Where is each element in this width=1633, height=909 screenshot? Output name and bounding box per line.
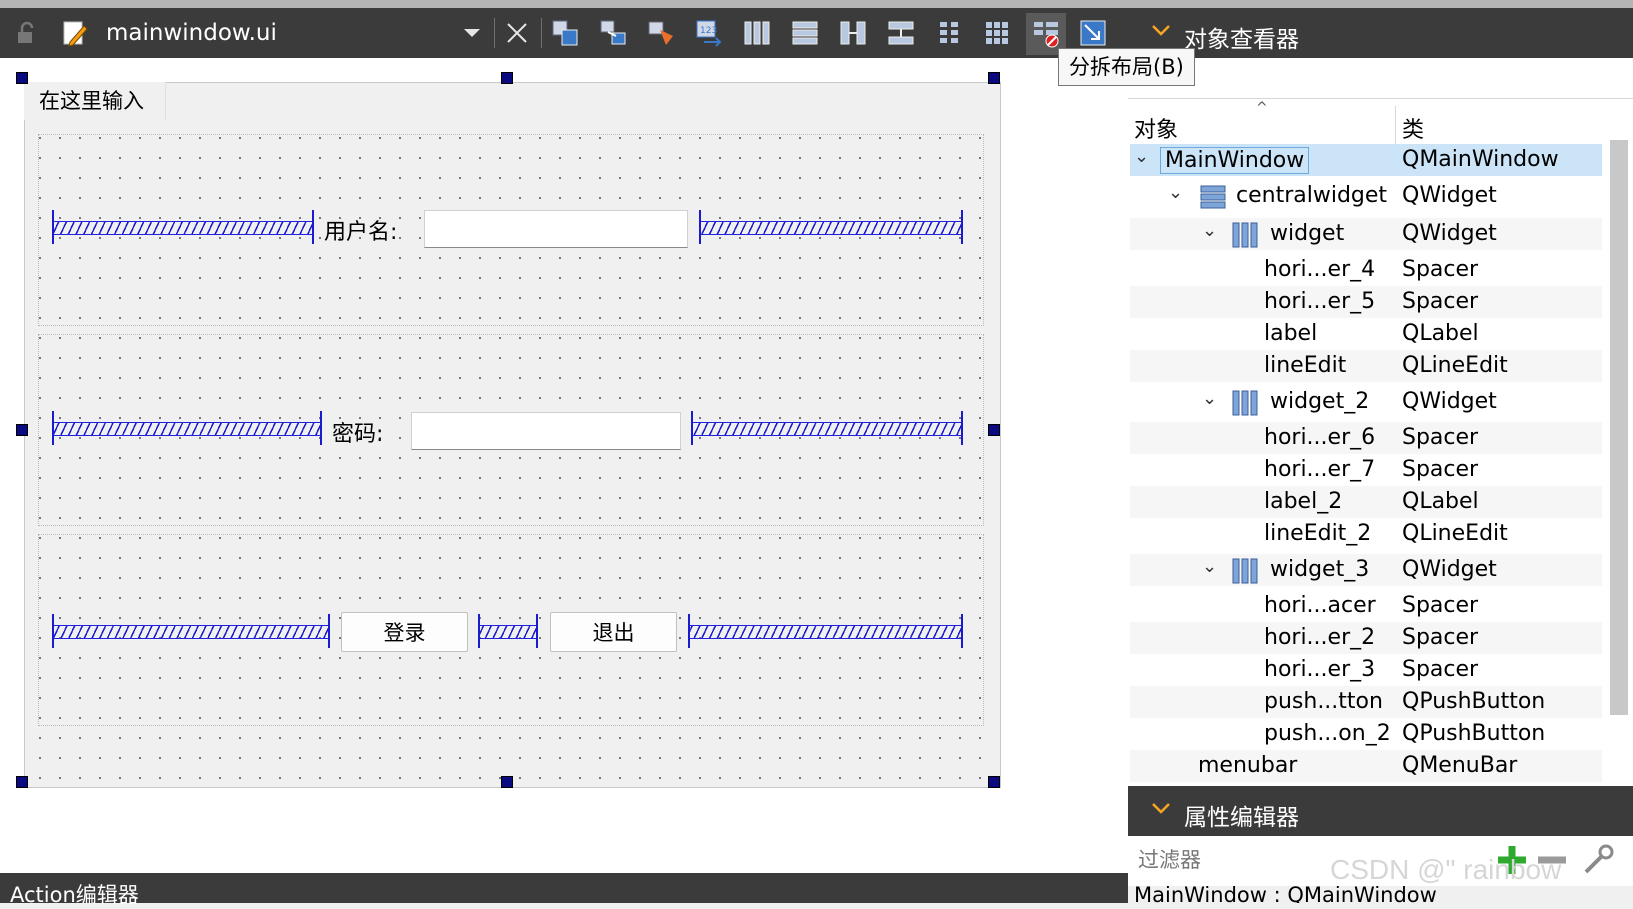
watermark: CSDN @" rainbow	[1330, 854, 1562, 885]
property-editor-status: MainWindow : QMainWindow	[1128, 886, 1633, 903]
edit-file-icon	[58, 16, 92, 50]
column-header-class[interactable]: 类	[1402, 112, 1424, 144]
action-editor-title: Action编辑器	[10, 883, 139, 907]
tree-row[interactable]: lineEdit QLineEdit	[1130, 350, 1602, 382]
chevron-down-icon[interactable]	[1150, 19, 1172, 47]
horizontal-layout-icon	[1232, 558, 1258, 584]
edit-tab-order-icon[interactable]: 123	[692, 16, 726, 50]
object-tree-header: ^ 对象 类	[1130, 100, 1602, 144]
object-inspector-title: 对象查看器	[1184, 27, 1299, 53]
tree-row[interactable]: label_2 QLabel	[1130, 486, 1602, 518]
horizontal-spacer[interactable]	[52, 614, 330, 648]
password-input[interactable]	[411, 412, 681, 450]
horizontal-spacer[interactable]	[478, 614, 538, 648]
login-button[interactable]: 登录	[341, 612, 468, 652]
horizontal-spacer[interactable]	[691, 411, 963, 445]
dropdown-arrow-icon[interactable]	[455, 16, 489, 50]
layout-grid-icon[interactable]	[980, 16, 1014, 50]
horizontal-spacer[interactable]	[688, 614, 963, 648]
horizontal-spacer[interactable]	[52, 210, 314, 244]
tree-row[interactable]: menubar QMenuBar	[1130, 750, 1602, 782]
tree-row[interactable]: hori...er_3 Spacer	[1130, 654, 1602, 686]
resize-handle[interactable]	[16, 424, 28, 436]
edit-signals-slots-icon[interactable]	[596, 16, 630, 50]
tree-row[interactable]: hori...er_7 Spacer	[1130, 454, 1602, 486]
exit-button[interactable]: 退出	[550, 612, 677, 652]
horizontal-spacer[interactable]	[52, 411, 322, 445]
tree-row[interactable]: ⌄ widget QWidget	[1130, 218, 1602, 250]
adjust-size-icon[interactable]	[1076, 16, 1110, 50]
horizontal-spacer[interactable]	[699, 210, 963, 244]
chevron-down-icon[interactable]: ⌄	[1134, 146, 1149, 167]
layout-vertical-icon[interactable]	[788, 16, 822, 50]
tree-row[interactable]: hori...er_6 Spacer	[1130, 422, 1602, 454]
property-editor-header[interactable]: 属性编辑器	[1128, 786, 1633, 836]
object-inspector-header[interactable]: 对象查看器	[1128, 8, 1633, 58]
edit-buddies-icon[interactable]	[644, 16, 678, 50]
window-top-strip	[0, 0, 1633, 8]
tree-row[interactable]: hori...acer Spacer	[1130, 590, 1602, 622]
resize-handle[interactable]	[501, 72, 513, 84]
column-header-object[interactable]: 对象	[1134, 112, 1178, 144]
splitter-horizontal-icon[interactable]	[836, 16, 870, 50]
resize-handle[interactable]	[501, 776, 513, 788]
horizontal-layout-icon	[1232, 390, 1258, 416]
object-filter-input[interactable]	[1128, 58, 1633, 99]
tooltip: 分拆布局(B)	[1058, 48, 1195, 86]
tree-row[interactable]: hori...er_2 Spacer	[1130, 622, 1602, 654]
resize-handle[interactable]	[988, 776, 1000, 788]
layout-horizontal-icon[interactable]	[740, 16, 774, 50]
chevron-down-icon[interactable]: ⌄	[1202, 388, 1217, 409]
chevron-down-icon[interactable]: ⌄	[1168, 182, 1183, 203]
splitter-vertical-icon[interactable]	[884, 16, 918, 50]
tree-row[interactable]: ⌄ widget_3 QWidget	[1130, 554, 1602, 586]
lock-icon[interactable]	[10, 16, 44, 50]
chevron-down-icon[interactable]	[1150, 797, 1172, 825]
tree-row[interactable]: lineEdit_2 QLineEdit	[1130, 518, 1602, 550]
tree-row[interactable]: label QLabel	[1130, 318, 1602, 350]
tree-row[interactable]: ⌄ MainWindow QMainWindow	[1130, 144, 1602, 176]
action-editor-header[interactable]: Action编辑器	[0, 873, 1128, 907]
vertical-layout-icon	[1200, 184, 1226, 210]
tree-row[interactable]: hori...er_5 Spacer	[1130, 286, 1602, 318]
tree-row[interactable]: push...on_2 QPushButton	[1130, 718, 1602, 750]
layout-form-icon[interactable]	[932, 16, 966, 50]
resize-handle[interactable]	[16, 776, 28, 788]
edit-widgets-icon[interactable]	[548, 16, 582, 50]
tree-row[interactable]: hori...er_4 Spacer	[1130, 254, 1602, 286]
file-name-label: mainwindow.ui	[106, 20, 277, 46]
property-editor-title: 属性编辑器	[1184, 805, 1299, 831]
close-icon[interactable]	[500, 16, 534, 50]
username-input[interactable]	[424, 210, 688, 248]
resize-handle[interactable]	[16, 72, 28, 84]
chevron-down-icon[interactable]: ⌄	[1202, 556, 1217, 577]
resize-handle[interactable]	[988, 424, 1000, 436]
menu-type-here[interactable]: 在这里输入	[24, 82, 166, 120]
tree-row[interactable]: ⌄ widget_2 QWidget	[1130, 386, 1602, 418]
horizontal-layout-icon	[1232, 222, 1258, 248]
chevron-down-icon[interactable]: ⌄	[1202, 220, 1217, 241]
password-label: 密码:	[332, 422, 384, 447]
tree-row[interactable]: push...tton QPushButton	[1130, 686, 1602, 718]
sort-ascending-icon[interactable]: ^	[1256, 100, 1268, 116]
svg-text:123: 123	[700, 26, 717, 36]
resize-handle[interactable]	[988, 72, 1000, 84]
tree-row[interactable]: ⌄ centralwidget QWidget	[1130, 180, 1602, 212]
wrench-icon[interactable]	[1580, 842, 1616, 882]
username-label: 用户名:	[324, 220, 398, 245]
designer-toolbar: mainwindow.ui 123	[0, 8, 1128, 58]
tree-scrollbar[interactable]	[1610, 140, 1628, 715]
